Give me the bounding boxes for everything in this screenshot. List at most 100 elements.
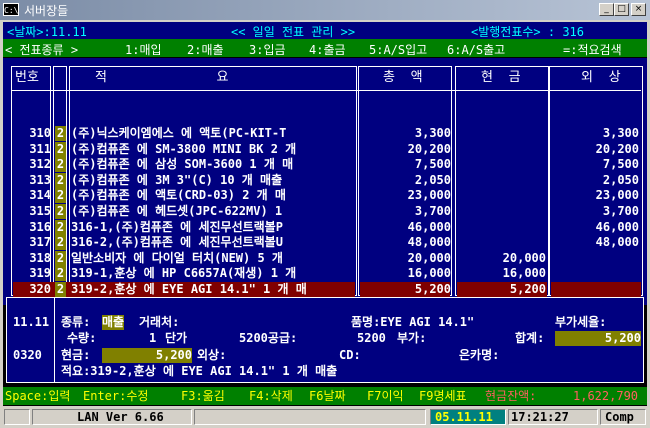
row-number: 313: [29, 173, 51, 187]
status-bar: LAN Ver 6.66 05.11.11 17:21:27 Comp: [0, 406, 650, 428]
table-row[interactable]: 319 2 319-1,훈상 에 HP C6657A(재생) 1 개 16,000 16…: [3, 266, 647, 281]
table-row[interactable]: 316 2 316-1,(주)컴퓨존 에 세진무선트랙볼P 46,000 46,000: [3, 220, 647, 235]
menu-item-deposit[interactable]: 3:입금: [249, 41, 286, 58]
row-description: 319-1,훈상 에 HP C6657A(재생) 1 개: [71, 266, 297, 280]
slip-type-menu: < 전표종류 > 1:매입 2:매출 3:입금 4:출금 5:A/S입고 6:A…: [3, 39, 647, 57]
maximize-button[interactable]: □: [614, 3, 629, 16]
row-credit: 46,000: [595, 220, 639, 234]
detail-slip-no: 0320: [13, 348, 42, 362]
total-label: 합계:: [515, 331, 545, 345]
detail-divider: [54, 298, 55, 382]
fkey-input[interactable]: Space:입력: [5, 387, 70, 405]
qty-label: 수량:: [67, 331, 97, 345]
row-flag: 2: [55, 282, 66, 297]
row-number: 311: [29, 142, 51, 156]
window-title: 서버장들: [24, 4, 69, 18]
row-total: 46,000: [407, 220, 451, 234]
row-description: (주)컴퓨존 에 3M 3"(C) 10 개 매출: [71, 173, 283, 187]
menu-heading: < 전표종류 >: [5, 43, 79, 57]
fkey-move[interactable]: F3:옮김: [181, 387, 225, 405]
row-flag: 2: [55, 266, 66, 281]
table-row[interactable]: 317 2 316-2,(주)컴퓨존 에 세진무선트랙볼U 48,000 48,000: [3, 235, 647, 250]
row-cash: 20,000: [502, 251, 546, 265]
menu-item-purchase[interactable]: 1:매입: [125, 41, 162, 58]
minimize-button[interactable]: _: [599, 3, 614, 16]
row-total: 5,200: [414, 282, 451, 296]
row-number: 310: [29, 126, 51, 140]
function-key-bar: Space:입력 Enter:수정 F3:옮김 F4:삭제 F6날짜 F7이익 …: [3, 387, 647, 405]
vat-rate-label[interactable]: 부가세율:: [555, 315, 606, 330]
title-bar[interactable]: C:\ 서버장들 _ □ ×: [0, 0, 650, 20]
row-total: 20,000: [407, 251, 451, 265]
fkey-delete[interactable]: F4:삭제: [249, 387, 293, 405]
row-flag: 2: [55, 173, 66, 188]
col-header-credit: 외 상: [581, 70, 621, 85]
menu-item-memo-search[interactable]: =:적요검색: [563, 41, 622, 58]
fkey-edit[interactable]: Enter:수정: [83, 387, 148, 405]
supply-value[interactable]: 5200: [357, 331, 386, 346]
close-button[interactable]: ×: [631, 3, 646, 16]
row-flag: 2: [55, 251, 66, 266]
row-credit: 7,500: [602, 157, 639, 171]
row-cash: 5,200: [509, 282, 546, 296]
app-icon[interactable]: C:\: [3, 3, 19, 16]
row-credit: 23,000: [595, 188, 639, 202]
type-field[interactable]: 매출: [102, 315, 125, 330]
table-row[interactable]: 318 2 일반소비자 에 다이얼 터치(NEW) 5 개 20,000 20,000: [3, 251, 647, 266]
status-cell-blank: [4, 409, 30, 425]
slip-table: 번호 적 요 총 액 현 금 외 상 310 2 (주)닉스케이엠에스 에 액토(P…: [3, 58, 647, 305]
menu-item-as-out[interactable]: 6:A/S출고: [447, 41, 505, 58]
application-window: C:\ 서버장들 _ □ × <날짜>:11.11 << 일일 전표 관리 >>…: [0, 0, 650, 428]
menu-item-as-in[interactable]: 5:A/S입고: [369, 41, 427, 58]
row-description: (주)컴퓨존 에 액토(CRD-03) 2 개 매: [71, 188, 286, 202]
table-row[interactable]: 312 2 (주)컴퓨존 에 삼성 SOM-3600 1 개 매 7,500 7,500: [3, 157, 647, 172]
bank-name-label[interactable]: 은카명:: [459, 348, 499, 363]
table-row[interactable]: 310 2 (주)닉스케이엠에스 에 액토(PC-KIT-T 3,300 3,300: [3, 126, 647, 141]
row-total: 23,000: [407, 188, 451, 202]
fkey-profit[interactable]: F7이익: [367, 387, 404, 405]
product-label[interactable]: 품명:EYE AGI 14.1": [351, 315, 474, 330]
row-cash: 16,000: [502, 266, 546, 280]
menu-item-withdraw[interactable]: 4:출금: [309, 41, 346, 58]
row-description: 일반소비자 에 다이얼 터치(NEW) 5 개: [71, 251, 283, 265]
row-credit: 20,200: [595, 142, 639, 156]
row-credit: 3,700: [602, 204, 639, 218]
status-time: 17:21:27: [508, 409, 598, 425]
status-lan: LAN Ver 6.66: [32, 409, 192, 425]
row-description: (주)닉스케이엠에스 에 액토(PC-KIT-T: [71, 126, 287, 140]
qty-field[interactable]: 1: [149, 331, 156, 346]
row-total: 3,700: [414, 204, 451, 218]
memo-field[interactable]: 적요:319-2,훈상 에 EYE AGI 14.1" 1 개 매출: [61, 364, 337, 379]
row-number: 320: [29, 282, 51, 296]
fkey-statement[interactable]: F9명세표: [419, 387, 467, 405]
cd-label[interactable]: CD:: [339, 348, 361, 363]
detail-date: 11.11: [13, 315, 50, 329]
fkey-date[interactable]: F6날짜: [309, 387, 346, 405]
table-row[interactable]: 311 2 (주)컴퓨존 에 SM-3800 MINI BK 2 개 20,200 20…: [3, 142, 647, 157]
table-row[interactable]: 315 2 (주)컴퓨존 에 헤드셋(JPC-622MV) 1 3,700 3,700: [3, 204, 647, 219]
table-row[interactable]: 314 2 (주)컴퓨존 에 액토(CRD-03) 2 개 매 23,000 23,00…: [3, 188, 647, 203]
row-total: 20,200: [407, 142, 451, 156]
row-number: 319: [29, 266, 51, 280]
row-flag: 2: [55, 126, 66, 141]
row-credit: 2,050: [602, 173, 639, 187]
vendor-label[interactable]: 거래처:: [139, 315, 179, 330]
row-description: (주)컴퓨존 에 헤드셋(JPC-622MV) 1: [71, 204, 283, 218]
supply-label[interactable]: 5200공급:: [239, 331, 297, 346]
cash-field[interactable]: 5,200: [102, 348, 192, 363]
type-label: 종류:: [61, 315, 91, 329]
vat-label[interactable]: 부가:: [397, 331, 426, 346]
row-description: (주)컴퓨존 에 삼성 SOM-3600 1 개 매: [71, 157, 294, 171]
total-field[interactable]: 5,200: [555, 331, 641, 346]
selection-highlight: [551, 282, 641, 297]
row-number: 318: [29, 251, 51, 265]
table-row[interactable]: 320 2 319-2,훈상 에 EYE AGI 14.1" 1 개 매 5,200 5…: [3, 282, 647, 297]
header-divider: [11, 90, 641, 91]
row-total: 16,000: [407, 266, 451, 280]
status-mode: Comp: [600, 409, 646, 425]
credit-label[interactable]: 외상:: [197, 348, 226, 363]
row-credit: 48,000: [595, 235, 639, 249]
table-row[interactable]: 313 2 (주)컴퓨존 에 3M 3"(C) 10 개 매출 2,050 2,050: [3, 173, 647, 188]
row-description: 316-2,(주)컴퓨존 에 세진무선트랙볼U: [71, 235, 283, 249]
menu-item-sale[interactable]: 2:매출: [187, 41, 224, 58]
